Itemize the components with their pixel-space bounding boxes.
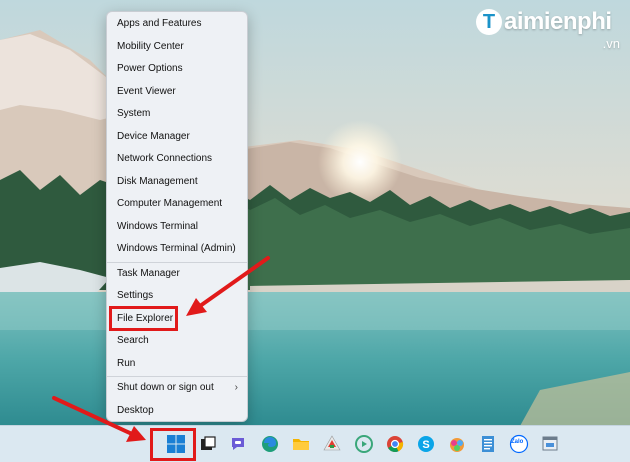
menu-item-network-connections[interactable]: Network Connections [111, 149, 244, 169]
menu-separator [107, 376, 247, 377]
menu-item-system[interactable]: System [111, 104, 244, 124]
file-explorer-highlight-box [109, 306, 178, 331]
menu-separator [107, 262, 247, 263]
menu-item-apps-and-features[interactable]: Apps and Features [111, 14, 244, 34]
menu-item-run[interactable]: Run [111, 354, 244, 374]
chrome-icon[interactable] [385, 434, 405, 454]
zalo-label: Zalo [511, 439, 524, 445]
svg-text:S: S [422, 439, 429, 451]
menu-item-search[interactable]: Search [111, 331, 244, 351]
task-view-icon[interactable] [198, 434, 218, 454]
watermark-logo-icon: T [476, 9, 502, 35]
menu-item-power-options[interactable]: Power Options [111, 59, 244, 79]
menu-item-shut-down-or-sign-out[interactable]: Shut down or sign out › [111, 378, 244, 398]
watermark-suffix: .vn [602, 36, 620, 51]
menu-item-windows-terminal[interactable]: Windows Terminal [111, 217, 244, 237]
power-user-menu: Apps and Features Mobility Center Power … [106, 11, 248, 422]
menu-item-device-manager[interactable]: Device Manager [111, 127, 244, 147]
watermark-brand: aimienphi [504, 8, 612, 35]
menu-item-windows-terminal-admin[interactable]: Windows Terminal (Admin) [111, 239, 244, 259]
menu-item-task-manager[interactable]: Task Manager [111, 264, 244, 284]
menu-item-label: Shut down or sign out [117, 382, 214, 393]
menu-item-mobility-center[interactable]: Mobility Center [111, 37, 244, 57]
skype-icon[interactable]: S [416, 434, 436, 454]
menu-item-event-viewer[interactable]: Event Viewer [111, 82, 244, 102]
menu-item-desktop[interactable]: Desktop [111, 401, 244, 421]
file-explorer-icon[interactable] [291, 434, 311, 454]
android-app-icon[interactable] [354, 434, 374, 454]
app-window-icon[interactable] [540, 434, 560, 454]
edge-icon[interactable] [260, 434, 280, 454]
microsoft-store-icon[interactable] [322, 434, 342, 454]
taimienphi-watermark: T aimienphi .vn [476, 6, 626, 52]
menu-item-computer-management[interactable]: Computer Management [111, 194, 244, 214]
colorful-app-icon[interactable] [447, 434, 467, 454]
zalo-icon[interactable]: Zalo [509, 434, 529, 454]
wallpaper-landscape [0, 0, 630, 461]
taskbar: S Zalo [0, 425, 630, 462]
start-button-highlight-box [150, 428, 196, 461]
menu-item-disk-management[interactable]: Disk Management [111, 172, 244, 192]
desktop-wallpaper [0, 0, 630, 461]
chevron-right-icon: › [234, 382, 238, 393]
notepad-icon[interactable] [478, 434, 498, 454]
menu-item-settings[interactable]: Settings [111, 286, 244, 306]
chat-icon[interactable] [229, 434, 249, 454]
